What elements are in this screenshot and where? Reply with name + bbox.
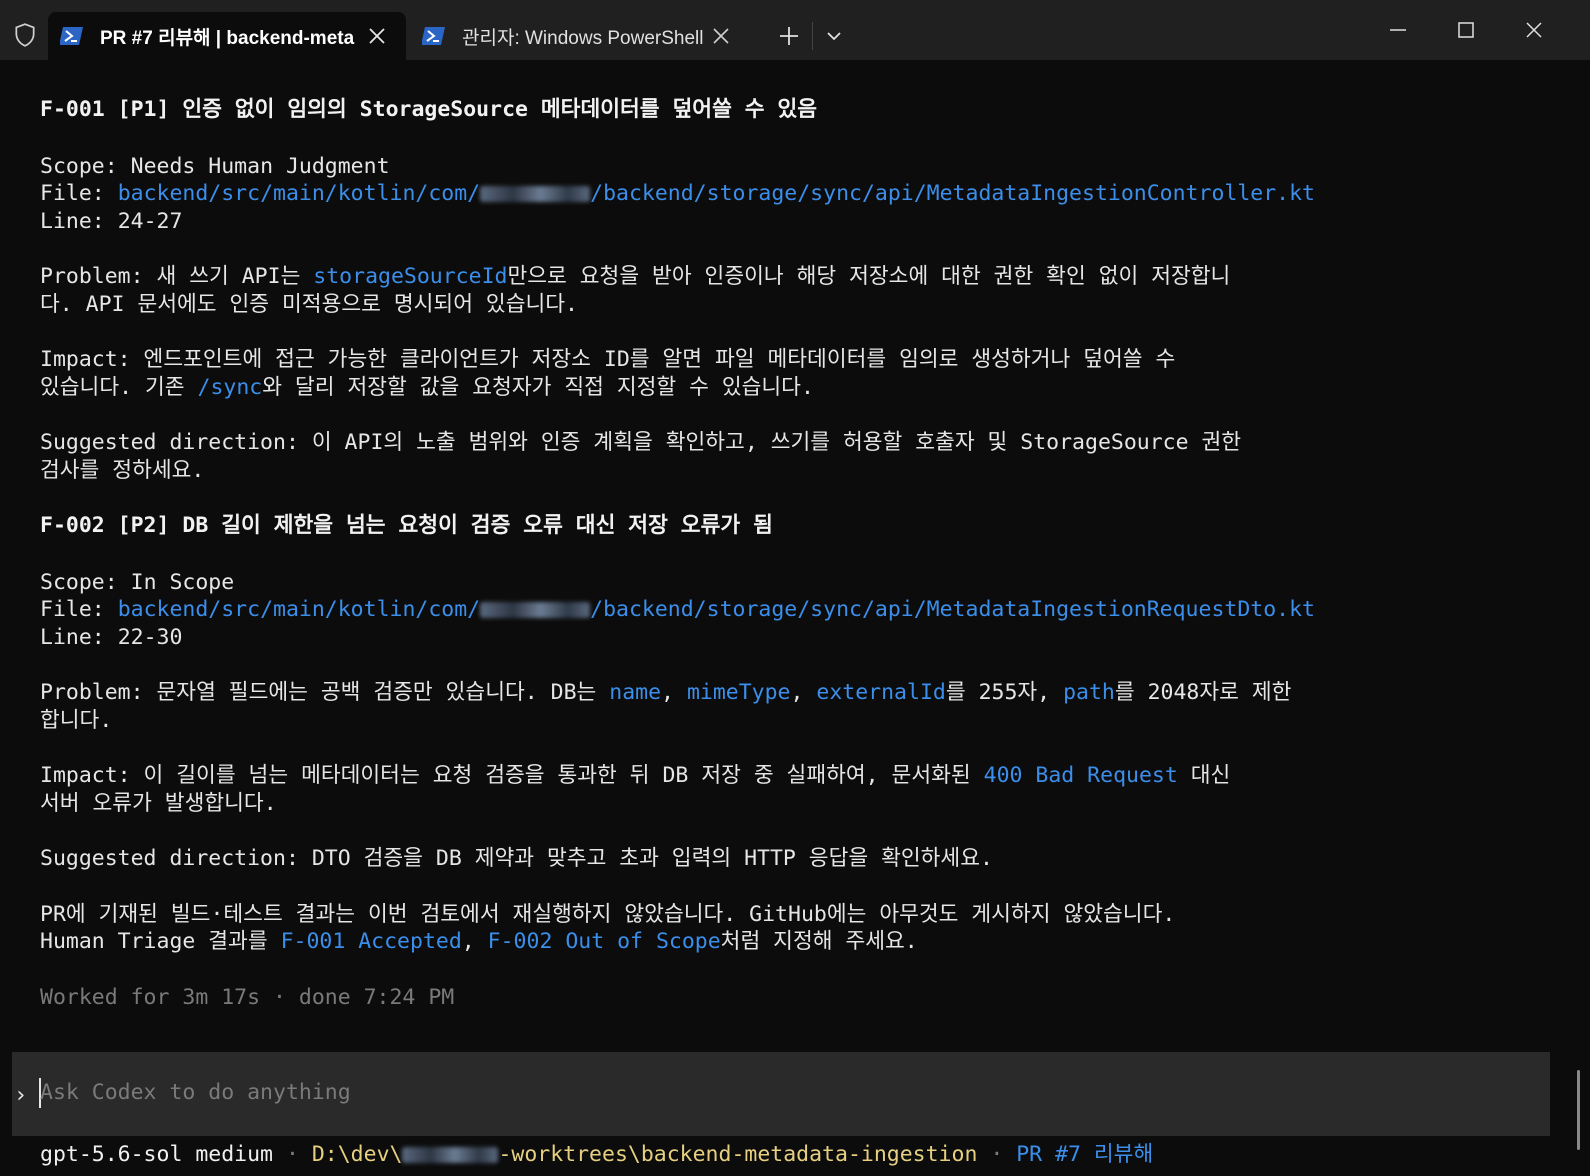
status-bar: gpt-5.6-sol medium · D:\dev\ -worktrees\b… xyxy=(40,1142,1154,1167)
tab-title: 관리자: Windows PowerShell xyxy=(462,27,704,49)
scrollbar[interactable] xyxy=(1577,1070,1580,1150)
powershell-icon xyxy=(422,27,445,45)
finding-suggested: Suggested direction: DTO 검증을 DB 제약과 맞추고 … xyxy=(40,846,993,871)
pr-label: PR #7 리뷰해 xyxy=(1016,1142,1154,1167)
finding-problem: Problem: 새 쓰기 API는 storageSourceId만으로 요청… xyxy=(40,264,1231,289)
close-icon[interactable] xyxy=(710,25,732,47)
finding-problem-cont: 다. API 문서에도 인증 미적용으로 명시되어 있습니다. xyxy=(40,291,578,317)
finding-file: File: backend/src/main/kotlin/com//backe… xyxy=(40,597,1315,622)
finding-heading: F-002 [P2] DB 길이 제한을 넘는 요청이 검증 오류 대신 저장 … xyxy=(40,513,773,538)
powershell-icon xyxy=(60,27,83,45)
finding-suggested-cont: 검사를 정하세요. xyxy=(40,457,205,483)
tab-powershell[interactable]: 관리자: Windows PowerShell xyxy=(410,12,750,60)
minimize-icon[interactable] xyxy=(1386,18,1410,42)
window-close-icon[interactable] xyxy=(1522,18,1546,42)
file-link[interactable]: backend/src/main/kotlin/com//backend/sto… xyxy=(118,597,1315,622)
prompt-chevron-icon: › xyxy=(14,1083,28,1108)
finding-impact: Impact: 이 길이를 넘는 메타데이터는 요청 검증을 통과한 뒤 DB … xyxy=(40,763,1231,788)
finding-scope: Scope: In Scope xyxy=(40,569,235,595)
finding-suggested: Suggested direction: 이 API의 노출 범위와 인증 계획… xyxy=(40,430,1242,455)
shield-icon xyxy=(15,23,35,47)
finding-impact-cont: 서버 오류가 발생합니다. xyxy=(40,790,277,816)
finding-file: File: backend/src/main/kotlin/com//backe… xyxy=(40,181,1315,206)
finding-impact-cont: 있습니다. 기존 /sync와 달리 저장할 값을 요청자가 직접 지정할 수 … xyxy=(40,374,814,400)
redacted-segment xyxy=(480,186,591,202)
summary-line: Human Triage 결과를 F-001 Accepted, F-002 O… xyxy=(40,929,918,954)
tab-separator xyxy=(812,22,813,50)
finding-heading: F-001 [P1] 인증 없이 임의의 StorageSource 메타데이터… xyxy=(40,97,818,122)
triage-link[interactable]: F-001 Accepted xyxy=(281,929,462,954)
finding-line: Line: 22-30 xyxy=(40,624,183,650)
tab-pr-review[interactable]: PR #7 리뷰해 | backend-meta xyxy=(48,12,406,60)
summary-line: PR에 기재된 빌드·테스트 결과는 이번 검토에서 재실행하지 않았습니다. … xyxy=(40,901,1176,927)
triage-link[interactable]: F-002 Out of Scope xyxy=(488,929,721,954)
redacted-segment xyxy=(402,1147,499,1163)
close-icon[interactable] xyxy=(366,25,388,47)
redacted-segment xyxy=(480,602,591,618)
worked-status: Worked for 3m 17s · done 7:24 PM xyxy=(40,984,455,1010)
model-label: gpt-5.6-sol medium xyxy=(40,1142,273,1167)
worktree-path: D:\dev\ -worktrees\backend-metadata-inges… xyxy=(311,1142,978,1167)
finding-impact: Impact: 엔드포인트에 접근 가능한 클라이언트가 저장소 ID를 알면 … xyxy=(40,347,1176,372)
chevron-down-icon[interactable] xyxy=(822,24,846,48)
maximize-icon[interactable] xyxy=(1454,18,1478,42)
finding-problem-cont: 합니다. xyxy=(40,707,113,733)
file-link[interactable]: backend/src/main/kotlin/com//backend/sto… xyxy=(118,181,1315,206)
title-bar: PR #7 리뷰해 | backend-meta 관리자: Windows Po… xyxy=(0,0,1590,60)
new-tab-plus-icon[interactable] xyxy=(777,24,801,48)
terminal-output: F-001 [P1] 인증 없이 임의의 StorageSource 메타데이터… xyxy=(40,96,1560,1011)
prompt-input[interactable]: Ask Codex to do anything xyxy=(40,1080,351,1105)
finding-line: Line: 24-27 xyxy=(40,208,183,234)
finding-scope: Scope: Needs Human Judgment xyxy=(40,153,390,179)
finding-problem: Problem: 문자열 필드에는 공백 검증만 있습니다. DB는 name,… xyxy=(40,680,1292,705)
tab-title: PR #7 리뷰해 | backend-meta xyxy=(100,27,355,49)
